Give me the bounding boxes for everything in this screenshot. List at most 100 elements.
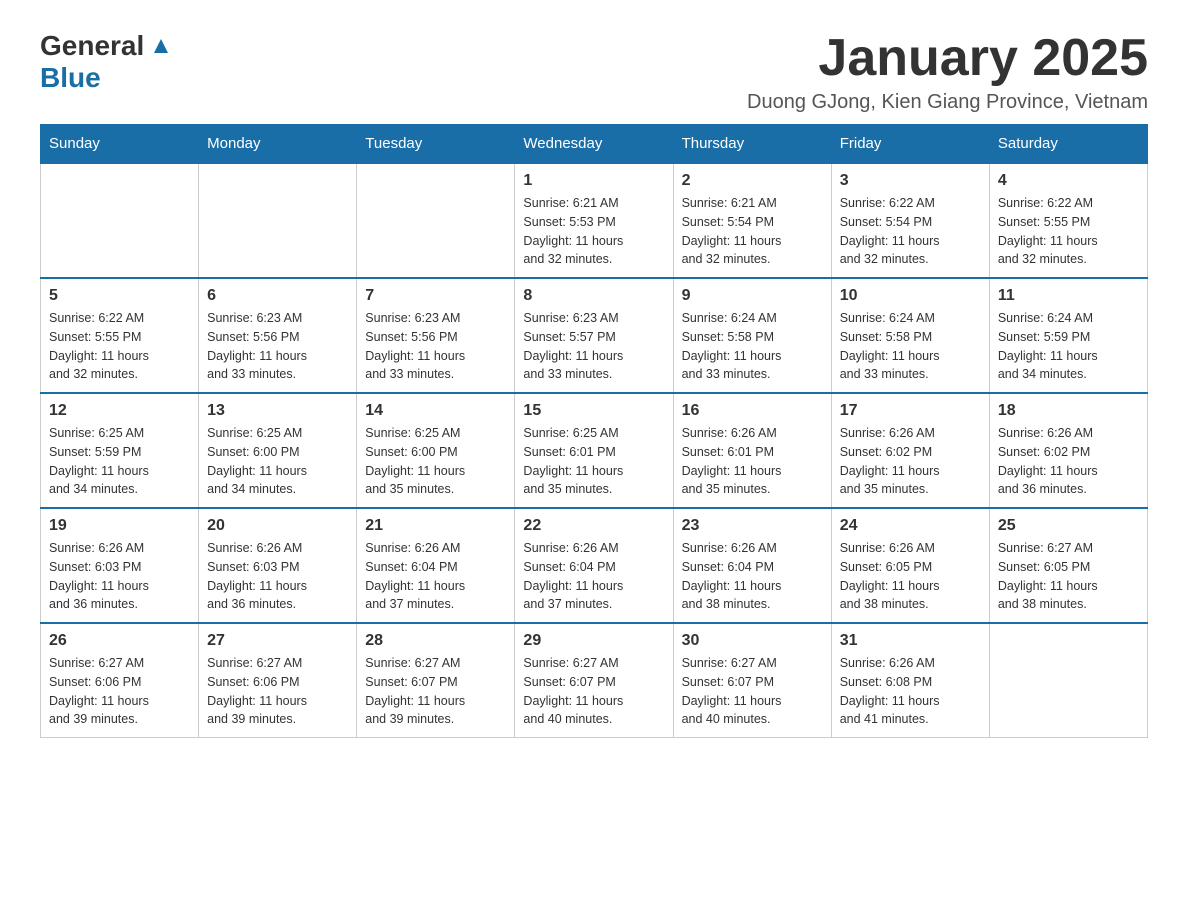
- calendar-cell: 27 Sunrise: 6:27 AMSunset: 6:06 PMDayligh…: [199, 623, 357, 738]
- day-number: 31: [840, 632, 981, 650]
- calendar-cell: 11 Sunrise: 6:24 AMSunset: 5:59 PMDayligh…: [989, 278, 1147, 393]
- day-info: Sunrise: 6:26 AMSunset: 6:04 PMDaylight:…: [523, 539, 664, 614]
- calendar-week-row-3: 12 Sunrise: 6:25 AMSunset: 5:59 PMDayligh…: [41, 393, 1148, 508]
- calendar-cell: 3 Sunrise: 6:22 AMSunset: 5:54 PMDaylight…: [831, 163, 989, 278]
- calendar-week-row-4: 19Sunrise: 6:26 AMSunset: 6:03 PMDayligh…: [41, 508, 1148, 623]
- day-number: 11: [998, 287, 1139, 305]
- day-number: 13: [207, 402, 348, 420]
- calendar-cell: 14 Sunrise: 6:25 AMSunset: 6:00 PMDayligh…: [357, 393, 515, 508]
- calendar-cell: 1 Sunrise: 6:21 AMSunset: 5:53 PMDaylight…: [515, 163, 673, 278]
- day-number: 7: [365, 287, 506, 305]
- day-number: 8: [523, 287, 664, 305]
- day-number: 12: [49, 402, 190, 420]
- day-info: Sunrise: 6:26 AMSunset: 6:02 PMDaylight:…: [840, 424, 981, 499]
- day-number: 23: [682, 517, 823, 535]
- calendar-header-sunday: Sunday: [41, 125, 199, 164]
- calendar-cell: 6 Sunrise: 6:23 AMSunset: 5:56 PMDaylight…: [199, 278, 357, 393]
- day-number: 30: [682, 632, 823, 650]
- calendar-cell: 16Sunrise: 6:26 AMSunset: 6:01 PMDayligh…: [673, 393, 831, 508]
- day-number: 22: [523, 517, 664, 535]
- calendar-cell: 15 Sunrise: 6:25 AMSunset: 6:01 PMDayligh…: [515, 393, 673, 508]
- day-number: 2: [682, 172, 823, 190]
- day-number: 15: [523, 402, 664, 420]
- calendar-cell: 22 Sunrise: 6:26 AMSunset: 6:04 PMDayligh…: [515, 508, 673, 623]
- day-info: Sunrise: 6:24 AMSunset: 5:58 PMDaylight:…: [682, 309, 823, 384]
- day-info: Sunrise: 6:21 AMSunset: 5:53 PMDaylight:…: [523, 194, 664, 269]
- day-number: 27: [207, 632, 348, 650]
- day-info: Sunrise: 6:27 AMSunset: 6:07 PMDaylight:…: [523, 654, 664, 729]
- calendar-header-wednesday: Wednesday: [515, 125, 673, 164]
- day-number: 18: [998, 402, 1139, 420]
- day-info: Sunrise: 6:26 AMSunset: 6:02 PMDaylight:…: [998, 424, 1139, 499]
- day-info: Sunrise: 6:22 AMSunset: 5:54 PMDaylight:…: [840, 194, 981, 269]
- day-info: Sunrise: 6:25 AMSunset: 6:00 PMDaylight:…: [207, 424, 348, 499]
- calendar-cell: 8 Sunrise: 6:23 AMSunset: 5:57 PMDaylight…: [515, 278, 673, 393]
- logo-general-text: General: [40, 30, 144, 62]
- day-number: 1: [523, 172, 664, 190]
- day-info: Sunrise: 6:23 AMSunset: 5:57 PMDaylight:…: [523, 309, 664, 384]
- day-info: Sunrise: 6:25 AMSunset: 5:59 PMDaylight:…: [49, 424, 190, 499]
- day-info: Sunrise: 6:26 AMSunset: 6:03 PMDaylight:…: [207, 539, 348, 614]
- day-number: 26: [49, 632, 190, 650]
- day-number: 4: [998, 172, 1139, 190]
- day-info: Sunrise: 6:27 AMSunset: 6:05 PMDaylight:…: [998, 539, 1139, 614]
- day-info: Sunrise: 6:24 AMSunset: 5:58 PMDaylight:…: [840, 309, 981, 384]
- calendar-cell: 24Sunrise: 6:26 AMSunset: 6:05 PMDayligh…: [831, 508, 989, 623]
- day-info: Sunrise: 6:26 AMSunset: 6:01 PMDaylight:…: [682, 424, 823, 499]
- calendar-cell: 31Sunrise: 6:26 AMSunset: 6:08 PMDayligh…: [831, 623, 989, 738]
- day-info: Sunrise: 6:24 AMSunset: 5:59 PMDaylight:…: [998, 309, 1139, 384]
- calendar-header-thursday: Thursday: [673, 125, 831, 164]
- day-info: Sunrise: 6:23 AMSunset: 5:56 PMDaylight:…: [207, 309, 348, 384]
- day-info: Sunrise: 6:26 AMSunset: 6:03 PMDaylight:…: [49, 539, 190, 614]
- calendar-header-row: SundayMondayTuesdayWednesdayThursdayFrid…: [41, 125, 1148, 164]
- day-info: Sunrise: 6:27 AMSunset: 6:07 PMDaylight:…: [682, 654, 823, 729]
- calendar-cell: 17 Sunrise: 6:26 AMSunset: 6:02 PMDayligh…: [831, 393, 989, 508]
- day-number: 24: [840, 517, 981, 535]
- day-number: 5: [49, 287, 190, 305]
- calendar-cell: 20 Sunrise: 6:26 AMSunset: 6:03 PMDayligh…: [199, 508, 357, 623]
- day-info: Sunrise: 6:22 AMSunset: 5:55 PMDaylight:…: [998, 194, 1139, 269]
- calendar-cell: [199, 163, 357, 278]
- day-info: Sunrise: 6:25 AMSunset: 6:01 PMDaylight:…: [523, 424, 664, 499]
- calendar-table: SundayMondayTuesdayWednesdayThursdayFrid…: [40, 124, 1148, 738]
- calendar-header-saturday: Saturday: [989, 125, 1147, 164]
- day-info: Sunrise: 6:21 AMSunset: 5:54 PMDaylight:…: [682, 194, 823, 269]
- calendar-cell: 25 Sunrise: 6:27 AMSunset: 6:05 PMDayligh…: [989, 508, 1147, 623]
- calendar-header-tuesday: Tuesday: [357, 125, 515, 164]
- day-number: 25: [998, 517, 1139, 535]
- day-number: 29: [523, 632, 664, 650]
- logo: General Blue: [40, 30, 172, 94]
- day-info: Sunrise: 6:27 AMSunset: 6:06 PMDaylight:…: [49, 654, 190, 729]
- calendar-cell: 5 Sunrise: 6:22 AMSunset: 5:55 PMDaylight…: [41, 278, 199, 393]
- day-info: Sunrise: 6:26 AMSunset: 6:04 PMDaylight:…: [365, 539, 506, 614]
- day-info: Sunrise: 6:27 AMSunset: 6:06 PMDaylight:…: [207, 654, 348, 729]
- calendar-header-friday: Friday: [831, 125, 989, 164]
- calendar-cell: 12 Sunrise: 6:25 AMSunset: 5:59 PMDayligh…: [41, 393, 199, 508]
- calendar-cell: [357, 163, 515, 278]
- day-info: Sunrise: 6:25 AMSunset: 6:00 PMDaylight:…: [365, 424, 506, 499]
- day-info: Sunrise: 6:26 AMSunset: 6:04 PMDaylight:…: [682, 539, 823, 614]
- day-number: 28: [365, 632, 506, 650]
- calendar-cell: 13 Sunrise: 6:25 AMSunset: 6:00 PMDayligh…: [199, 393, 357, 508]
- day-number: 21: [365, 517, 506, 535]
- day-number: 6: [207, 287, 348, 305]
- day-number: 17: [840, 402, 981, 420]
- day-number: 14: [365, 402, 506, 420]
- calendar-cell: 2 Sunrise: 6:21 AMSunset: 5:54 PMDaylight…: [673, 163, 831, 278]
- logo-blue-text: Blue: [40, 62, 101, 94]
- day-info: Sunrise: 6:22 AMSunset: 5:55 PMDaylight:…: [49, 309, 190, 384]
- calendar-cell: 28Sunrise: 6:27 AMSunset: 6:07 PMDayligh…: [357, 623, 515, 738]
- day-number: 3: [840, 172, 981, 190]
- calendar-cell: 10Sunrise: 6:24 AMSunset: 5:58 PMDayligh…: [831, 278, 989, 393]
- calendar-week-row-1: 1 Sunrise: 6:21 AMSunset: 5:53 PMDaylight…: [41, 163, 1148, 278]
- calendar-cell: 21 Sunrise: 6:26 AMSunset: 6:04 PMDayligh…: [357, 508, 515, 623]
- calendar-cell: 29 Sunrise: 6:27 AMSunset: 6:07 PMDayligh…: [515, 623, 673, 738]
- calendar-cell: 18 Sunrise: 6:26 AMSunset: 6:02 PMDayligh…: [989, 393, 1147, 508]
- day-info: Sunrise: 6:23 AMSunset: 5:56 PMDaylight:…: [365, 309, 506, 384]
- page-header: General Blue January 2025 Duong GJong, K…: [40, 30, 1148, 114]
- day-number: 20: [207, 517, 348, 535]
- calendar-header-monday: Monday: [199, 125, 357, 164]
- calendar-cell: 19Sunrise: 6:26 AMSunset: 6:03 PMDayligh…: [41, 508, 199, 623]
- logo-triangle-icon: [150, 35, 172, 57]
- calendar-cell: 23 Sunrise: 6:26 AMSunset: 6:04 PMDayligh…: [673, 508, 831, 623]
